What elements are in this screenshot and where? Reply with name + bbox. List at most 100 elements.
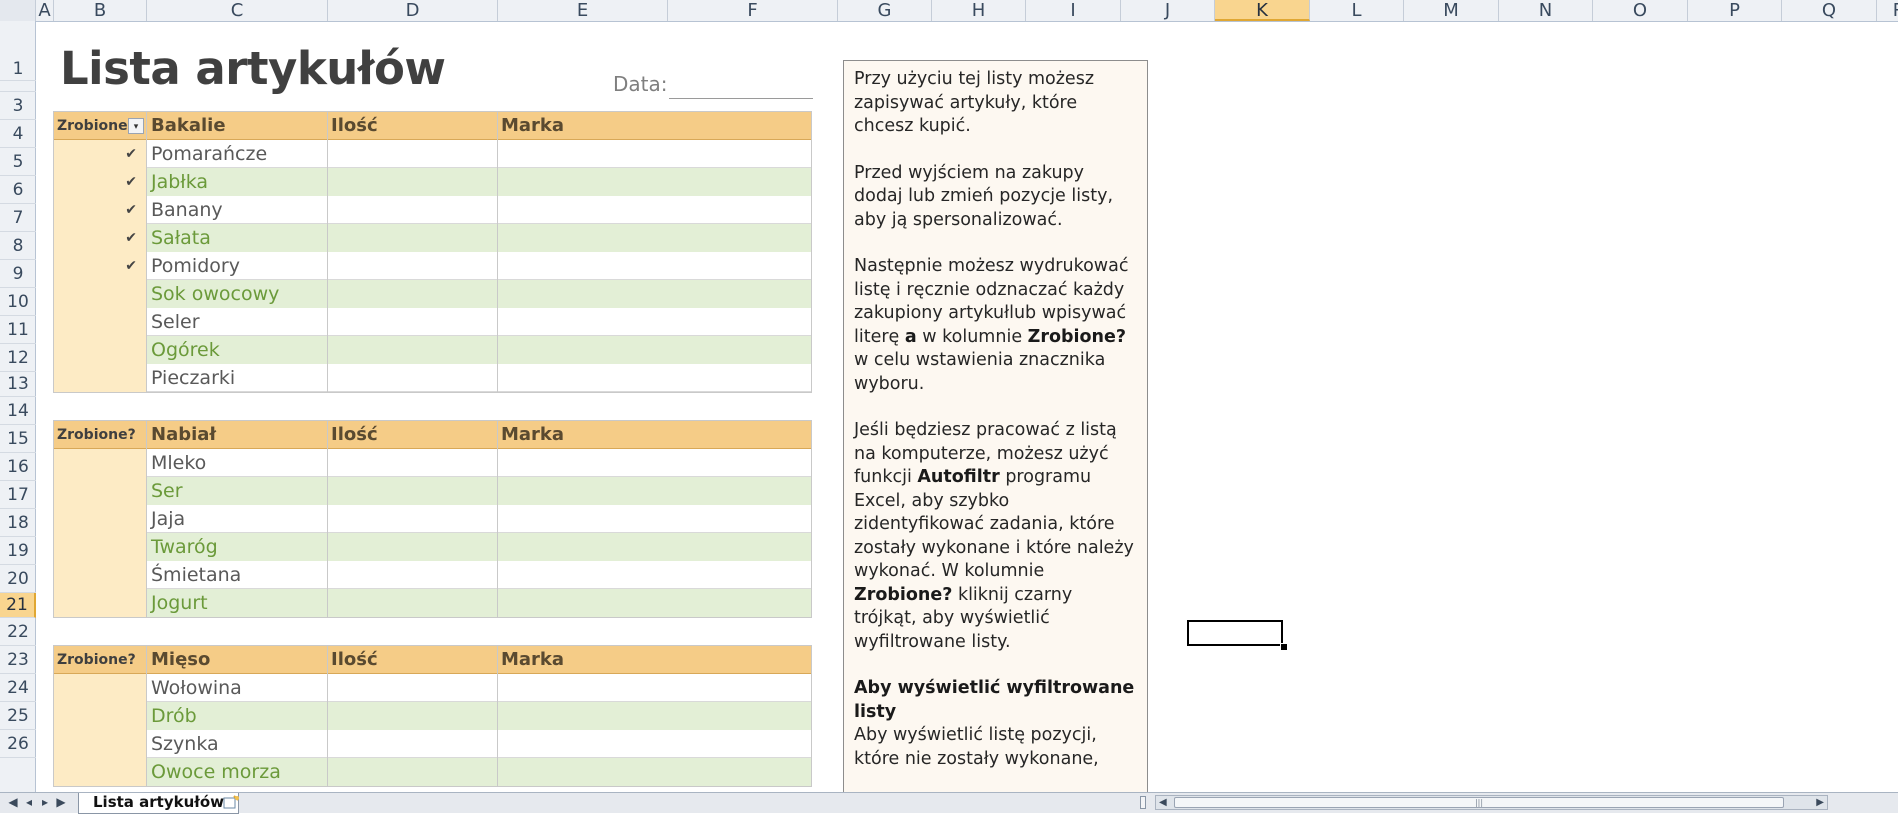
item-name-cell[interactable]: Pieczarki <box>147 364 328 392</box>
brand-cell[interactable] <box>498 477 811 505</box>
quantity-cell[interactable] <box>328 224 498 252</box>
quantity-cell[interactable] <box>328 477 498 505</box>
brand-cell[interactable] <box>498 561 811 589</box>
done-checkmark-cell[interactable] <box>54 364 147 392</box>
done-checkmark-cell[interactable]: ✔ <box>54 224 147 252</box>
row-header-8[interactable]: 8 <box>0 232 36 260</box>
row-header-15[interactable]: 15 <box>0 425 36 453</box>
quantity-cell[interactable] <box>328 702 498 730</box>
row-header-20[interactable]: 20 <box>0 565 36 593</box>
done-column-header[interactable]: Zrobione? <box>54 421 147 449</box>
column-header-d[interactable]: D <box>328 0 498 21</box>
date-input-line[interactable] <box>669 98 813 99</box>
item-name-cell[interactable]: Ser <box>147 477 328 505</box>
brand-cell[interactable] <box>498 364 811 392</box>
row-header-17[interactable]: 17 <box>0 481 36 509</box>
item-name-cell[interactable]: Śmietana <box>147 561 328 589</box>
horizontal-scrollbar[interactable]: ◀ ||| ▶ <box>1155 795 1828 810</box>
item-name-cell[interactable]: Sałata <box>147 224 328 252</box>
quantity-cell[interactable] <box>328 168 498 196</box>
column-header-h[interactable]: H <box>932 0 1026 21</box>
quantity-cell[interactable] <box>328 336 498 364</box>
column-header-f[interactable]: F <box>668 0 838 21</box>
row-header-19[interactable]: 19 <box>0 537 36 565</box>
item-name-cell[interactable]: Seler <box>147 308 328 336</box>
brand-cell[interactable] <box>498 730 811 758</box>
row-header-23[interactable]: 23 <box>0 646 36 674</box>
done-checkmark-cell[interactable] <box>54 505 147 533</box>
row-header-22[interactable]: 22 <box>0 618 36 646</box>
first-sheet-arrow-icon[interactable]: ◀ <box>6 795 20 809</box>
quantity-cell[interactable] <box>328 280 498 308</box>
brand-cell[interactable] <box>498 674 811 702</box>
brand-cell[interactable] <box>498 533 811 561</box>
column-header-i[interactable]: I <box>1026 0 1121 21</box>
column-header-o[interactable]: O <box>1593 0 1688 21</box>
item-name-cell[interactable]: Jaja <box>147 505 328 533</box>
done-column-header[interactable]: Zrobione? <box>54 646 147 674</box>
quantity-cell[interactable] <box>328 758 498 786</box>
prev-sheet-arrow-icon[interactable]: ◂ <box>22 795 36 809</box>
row-header-26[interactable]: 26 <box>0 730 36 758</box>
quantity-cell[interactable] <box>328 533 498 561</box>
done-checkmark-cell[interactable] <box>54 449 147 477</box>
row-header-9[interactable]: 9 <box>0 260 36 288</box>
quantity-cell[interactable] <box>328 589 498 617</box>
column-header-b[interactable]: B <box>54 0 147 21</box>
autofilter-dropdown-icon[interactable]: ▾ <box>128 118 144 134</box>
item-name-cell[interactable]: Mleko <box>147 449 328 477</box>
row-header-16[interactable]: 16 <box>0 453 36 481</box>
column-header-g[interactable]: G <box>838 0 932 21</box>
row-header-12[interactable]: 12 <box>0 344 36 372</box>
done-checkmark-cell[interactable]: ✔ <box>54 140 147 168</box>
done-checkmark-cell[interactable] <box>54 561 147 589</box>
item-name-cell[interactable]: Drób <box>147 702 328 730</box>
item-name-cell[interactable]: Banany <box>147 196 328 224</box>
done-column-header[interactable]: Zrobione? ▾ <box>54 112 147 140</box>
done-checkmark-cell[interactable] <box>54 758 147 786</box>
done-checkmark-cell[interactable] <box>54 336 147 364</box>
item-name-cell[interactable]: Wołowina <box>147 674 328 702</box>
row-header-11[interactable]: 11 <box>0 316 36 344</box>
done-checkmark-cell[interactable]: ✔ <box>54 252 147 280</box>
brand-cell[interactable] <box>498 336 811 364</box>
brand-cell[interactable] <box>498 505 811 533</box>
quantity-column-header[interactable]: Ilość <box>328 112 498 140</box>
column-header-e[interactable]: E <box>498 0 668 21</box>
column-header-n[interactable]: N <box>1499 0 1593 21</box>
done-checkmark-cell[interactable] <box>54 589 147 617</box>
sheet-title[interactable]: Lista artykułów <box>60 42 446 95</box>
row-header-18[interactable]: 18 <box>0 509 36 537</box>
item-name-cell[interactable]: Jabłka <box>147 168 328 196</box>
brand-cell[interactable] <box>498 589 811 617</box>
row-header-7[interactable]: 7 <box>0 204 36 232</box>
column-header-r[interactable]: R <box>1877 0 1898 21</box>
brand-cell[interactable] <box>498 168 811 196</box>
done-checkmark-cell[interactable] <box>54 477 147 505</box>
row-header-21[interactable]: 21 <box>0 593 36 618</box>
item-name-cell[interactable]: Ogórek <box>147 336 328 364</box>
quantity-cell[interactable] <box>328 674 498 702</box>
row-header-14[interactable]: 14 <box>0 397 36 425</box>
category-header[interactable]: Nabiał <box>147 421 328 449</box>
column-header-q[interactable]: Q <box>1782 0 1877 21</box>
done-checkmark-cell[interactable]: ✔ <box>54 196 147 224</box>
brand-column-header[interactable]: Marka <box>498 112 811 140</box>
done-checkmark-cell[interactable] <box>54 674 147 702</box>
row-header-6[interactable]: 6 <box>0 176 36 204</box>
done-checkmark-cell[interactable] <box>54 308 147 336</box>
brand-cell[interactable] <box>498 140 811 168</box>
column-header-j[interactable]: J <box>1121 0 1215 21</box>
row-header-10[interactable]: 10 <box>0 288 36 316</box>
brand-cell[interactable] <box>498 224 811 252</box>
date-label[interactable]: Data: <box>613 72 668 96</box>
done-checkmark-cell[interactable]: ✔ <box>54 168 147 196</box>
quantity-cell[interactable] <box>328 505 498 533</box>
column-header-m[interactable]: M <box>1404 0 1499 21</box>
quantity-cell[interactable] <box>328 730 498 758</box>
tab-split-handle[interactable] <box>1140 796 1146 809</box>
category-header[interactable]: Bakalie <box>147 112 328 140</box>
column-header-a[interactable]: A <box>36 0 54 21</box>
item-name-cell[interactable]: Twaróg <box>147 533 328 561</box>
item-name-cell[interactable]: Pomidory <box>147 252 328 280</box>
